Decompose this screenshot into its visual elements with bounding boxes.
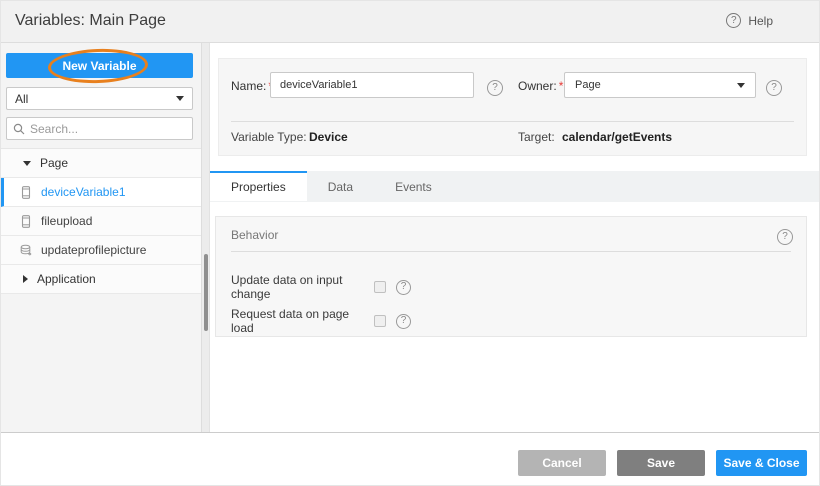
variable-type-label: Variable Type:	[231, 130, 307, 144]
help-link[interactable]: ? Help	[726, 13, 773, 28]
tree-node-application[interactable]: Application	[1, 265, 201, 294]
update-data-on-input-change-row: Update data on input change ?	[231, 273, 411, 301]
panel-divider	[231, 121, 794, 122]
update-data-help-icon[interactable]: ?	[396, 280, 411, 295]
chevron-down-icon	[737, 83, 745, 88]
tree-node-label: deviceVariable1	[41, 185, 126, 199]
search-icon	[13, 123, 25, 135]
save-button[interactable]: Save	[617, 450, 705, 476]
variable-search	[6, 117, 193, 140]
sidebar-scrollbar-thumb[interactable]	[204, 254, 208, 331]
name-help-icon[interactable]: ?	[487, 77, 503, 96]
variables-sidebar: New Variable All Page	[1, 43, 201, 432]
section-divider	[231, 251, 791, 252]
new-variable-button[interactable]: New Variable	[6, 53, 193, 78]
owner-selected-value: Page	[575, 79, 737, 91]
variable-name-input[interactable]	[270, 72, 474, 98]
variables-dialog: Variables: Main Page ? Help New Variable…	[0, 0, 820, 486]
required-marker: *	[559, 79, 564, 93]
variable-filter-select[interactable]: All	[6, 87, 193, 110]
filter-selected-value: All	[15, 92, 176, 106]
behavior-section-title: Behavior	[231, 228, 278, 242]
help-icon: ?	[726, 13, 741, 28]
behavior-section: Behavior ? Update data on input change ?…	[215, 216, 807, 337]
tree-node-page[interactable]: Page	[1, 149, 201, 178]
owner-help-icon[interactable]: ?	[766, 77, 782, 96]
variables-tree: Page deviceVariable1	[1, 148, 201, 294]
service-variable-icon	[20, 244, 32, 257]
target-value: calendar/getEvents	[562, 130, 672, 144]
owner-label: Owner:*	[518, 79, 563, 93]
tree-node-devicevariable1[interactable]: deviceVariable1	[1, 178, 201, 207]
tree-node-label: Application	[37, 272, 96, 286]
tree-node-updateprofilepicture[interactable]: updateprofilepicture	[1, 236, 201, 265]
type-target-row: Variable Type: Device Target: calendar/g…	[219, 130, 806, 146]
request-data-help-icon[interactable]: ?	[396, 314, 411, 329]
caret-right-icon	[23, 275, 28, 283]
variable-type-value: Device	[309, 130, 348, 144]
chevron-down-icon	[176, 96, 184, 101]
search-input[interactable]	[30, 122, 186, 136]
dialog-header: Variables: Main Page ? Help	[1, 1, 820, 43]
tree-node-fileupload[interactable]: fileupload	[1, 207, 201, 236]
request-data-checkbox[interactable]	[374, 315, 386, 327]
update-data-checkbox[interactable]	[374, 281, 386, 293]
behavior-help-icon[interactable]: ?	[777, 226, 793, 245]
tree-node-label: updateprofilepicture	[41, 243, 146, 257]
tree-node-label: fileupload	[41, 214, 92, 228]
target-label: Target:	[518, 130, 555, 144]
detail-tabbar: Properties Data Events	[210, 171, 820, 202]
page-title: Variables: Main Page	[15, 12, 166, 30]
caret-down-icon	[23, 161, 31, 166]
dialog-footer: Cancel Save Save & Close	[1, 432, 820, 486]
tab-properties[interactable]: Properties	[210, 171, 307, 201]
save-and-close-button[interactable]: Save & Close	[716, 450, 807, 476]
checkbox-label: Request data on page load	[231, 307, 374, 335]
name-label: Name:*	[231, 79, 273, 93]
request-data-on-page-load-row: Request data on page load ?	[231, 307, 411, 335]
tab-data[interactable]: Data	[307, 171, 374, 201]
sidebar-scrollbar-track[interactable]	[201, 43, 210, 432]
device-variable-icon	[20, 186, 32, 199]
checkbox-label: Update data on input change	[231, 273, 374, 301]
variable-summary-panel: Name:* ? Owner:* Page ? Variable Type: D…	[218, 58, 807, 156]
name-owner-row: Name:* ? Owner:* Page ?	[219, 72, 806, 100]
tab-events[interactable]: Events	[374, 171, 453, 201]
cancel-button[interactable]: Cancel	[518, 450, 606, 476]
tree-node-label: Page	[40, 156, 68, 170]
variable-detail-panel: Name:* ? Owner:* Page ? Variable Type: D…	[210, 43, 820, 432]
device-variable-icon	[20, 215, 32, 228]
owner-select[interactable]: Page	[564, 72, 756, 98]
help-label: Help	[748, 14, 773, 28]
